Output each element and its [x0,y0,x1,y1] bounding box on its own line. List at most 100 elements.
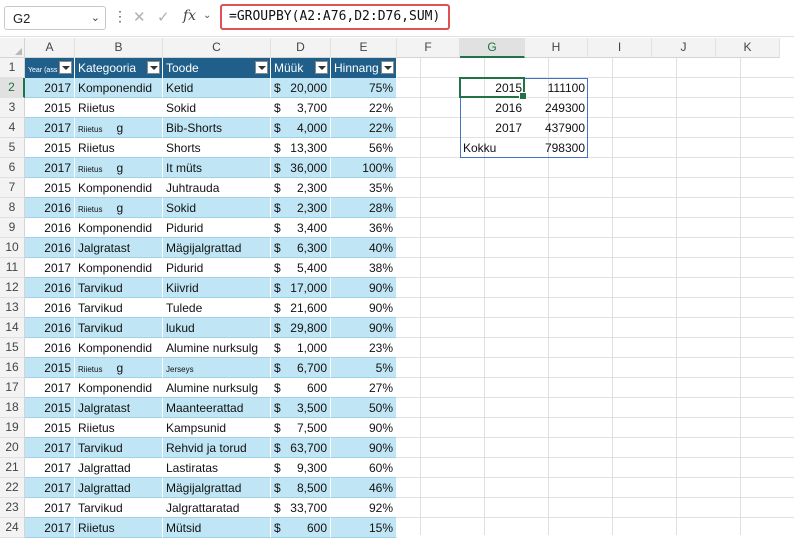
year-cell[interactable]: 2015 [25,418,75,438]
table-header-cell[interactable]: Toode [163,58,271,78]
active-cell[interactable] [459,77,527,100]
group-value-cell[interactable]: 249300 [525,98,588,118]
product-cell[interactable]: Alumine nurksulg [163,378,271,398]
row-header-16[interactable]: 16 [0,358,25,378]
sales-cell[interactable]: $2,300 [271,198,331,218]
product-cell[interactable]: It müts [163,158,271,178]
rating-cell[interactable]: 22% [331,98,397,118]
sales-cell[interactable]: $3,500 [271,398,331,418]
row-header-8[interactable]: 8 [0,198,25,218]
insert-function-icon[interactable]: fx [183,8,196,24]
column-header-b[interactable]: B [75,38,163,58]
row-header-24[interactable]: 24 [0,518,25,538]
column-header-i[interactable]: I [588,38,652,58]
category-cell[interactable]: Komponendid [75,378,163,398]
rating-cell[interactable]: 27% [331,378,397,398]
sales-cell[interactable]: $17,000 [271,278,331,298]
row-header-10[interactable]: 10 [0,238,25,258]
rating-cell[interactable]: 15% [331,518,397,538]
year-cell[interactable]: 2017 [25,118,75,138]
filter-dropdown-icon[interactable] [381,61,394,74]
rating-cell[interactable]: 60% [331,458,397,478]
row-header-20[interactable]: 20 [0,438,25,458]
row-header-1[interactable]: 1 [0,58,25,78]
category-cell[interactable]: Tarvikud [75,498,163,518]
sales-cell[interactable]: $5,400 [271,258,331,278]
rating-cell[interactable]: 90% [331,438,397,458]
total-label-cell[interactable]: Kokku [460,138,525,158]
enter-check-icon[interactable]: ✓ [157,8,170,26]
category-cell[interactable]: Riietus [75,518,163,538]
more-options-icon[interactable]: ⋮ [113,8,127,25]
sales-cell[interactable]: $6,700 [271,358,331,378]
sales-cell[interactable]: $29,800 [271,318,331,338]
rating-cell[interactable]: 22% [331,118,397,138]
category-cell[interactable]: Jalgratast [75,238,163,258]
row-header-3[interactable]: 3 [0,98,25,118]
column-header-e[interactable]: E [331,38,397,58]
sales-cell[interactable]: $9,300 [271,458,331,478]
category-cell[interactable]: Riietus g [75,358,163,378]
product-cell[interactable]: Tulede [163,298,271,318]
column-header-g[interactable]: G [460,38,525,58]
row-header-21[interactable]: 21 [0,458,25,478]
category-cell[interactable]: Riietus g [75,118,163,138]
rating-cell[interactable]: 90% [331,318,397,338]
rating-cell[interactable]: 23% [331,338,397,358]
category-cell[interactable]: Riietus g [75,198,163,218]
column-header-a[interactable]: A [25,38,75,58]
product-cell[interactable]: Bib-Shorts [163,118,271,138]
category-cell[interactable]: Komponendid [75,178,163,198]
filter-dropdown-icon[interactable] [147,61,160,74]
rating-cell[interactable]: 90% [331,298,397,318]
year-cell[interactable]: 2017 [25,478,75,498]
category-cell[interactable]: Tarvikud [75,298,163,318]
sales-cell[interactable]: $4,000 [271,118,331,138]
formula-input[interactable]: =GROUPBY(A2:A76,D2:D76,SUM) [220,4,450,30]
year-cell[interactable]: 2015 [25,358,75,378]
sales-cell[interactable]: $7,500 [271,418,331,438]
rating-cell[interactable]: 28% [331,198,397,218]
column-header-c[interactable]: C [163,38,271,58]
table-header-cell[interactable]: Year (ass [25,58,75,78]
row-header-23[interactable]: 23 [0,498,25,518]
year-cell[interactable]: 2016 [25,338,75,358]
year-cell[interactable]: 2017 [25,518,75,538]
category-cell[interactable]: Riietus [75,418,163,438]
rating-cell[interactable]: 5% [331,358,397,378]
year-cell[interactable]: 2017 [25,438,75,458]
category-cell[interactable]: Riietus [75,138,163,158]
year-cell[interactable]: 2017 [25,158,75,178]
year-cell[interactable]: 2016 [25,198,75,218]
category-cell[interactable]: Tarvikud [75,438,163,458]
product-cell[interactable]: Rehvid ja torud [163,438,271,458]
product-cell[interactable]: Jerseys [163,358,271,378]
year-cell[interactable]: 2017 [25,498,75,518]
row-header-13[interactable]: 13 [0,298,25,318]
total-value-cell[interactable]: 798300 [525,138,588,158]
product-cell[interactable]: Juhtrauda [163,178,271,198]
column-header-j[interactable]: J [652,38,716,58]
name-box[interactable]: G2 ⌄ [4,6,106,30]
year-cell[interactable]: 2016 [25,298,75,318]
rating-cell[interactable]: 75% [331,78,397,98]
category-cell[interactable]: Jalgratast [75,398,163,418]
product-cell[interactable]: lukud [163,318,271,338]
sales-cell[interactable]: $63,700 [271,438,331,458]
category-cell[interactable]: Jalgrattad [75,458,163,478]
sales-cell[interactable]: $13,300 [271,138,331,158]
cancel-icon[interactable]: ✕ [133,8,146,26]
sales-cell[interactable]: $6,300 [271,238,331,258]
product-cell[interactable]: Kiivrid [163,278,271,298]
row-header-5[interactable]: 5 [0,138,25,158]
rating-cell[interactable]: 92% [331,498,397,518]
year-cell[interactable]: 2016 [25,218,75,238]
product-cell[interactable]: Ketid [163,78,271,98]
row-header-18[interactable]: 18 [0,398,25,418]
group-value-cell[interactable]: 111100 [525,78,588,98]
row-header-7[interactable]: 7 [0,178,25,198]
sales-cell[interactable]: $600 [271,518,331,538]
filter-dropdown-icon[interactable] [59,61,72,74]
product-cell[interactable]: Maanteerattad [163,398,271,418]
rating-cell[interactable]: 90% [331,418,397,438]
